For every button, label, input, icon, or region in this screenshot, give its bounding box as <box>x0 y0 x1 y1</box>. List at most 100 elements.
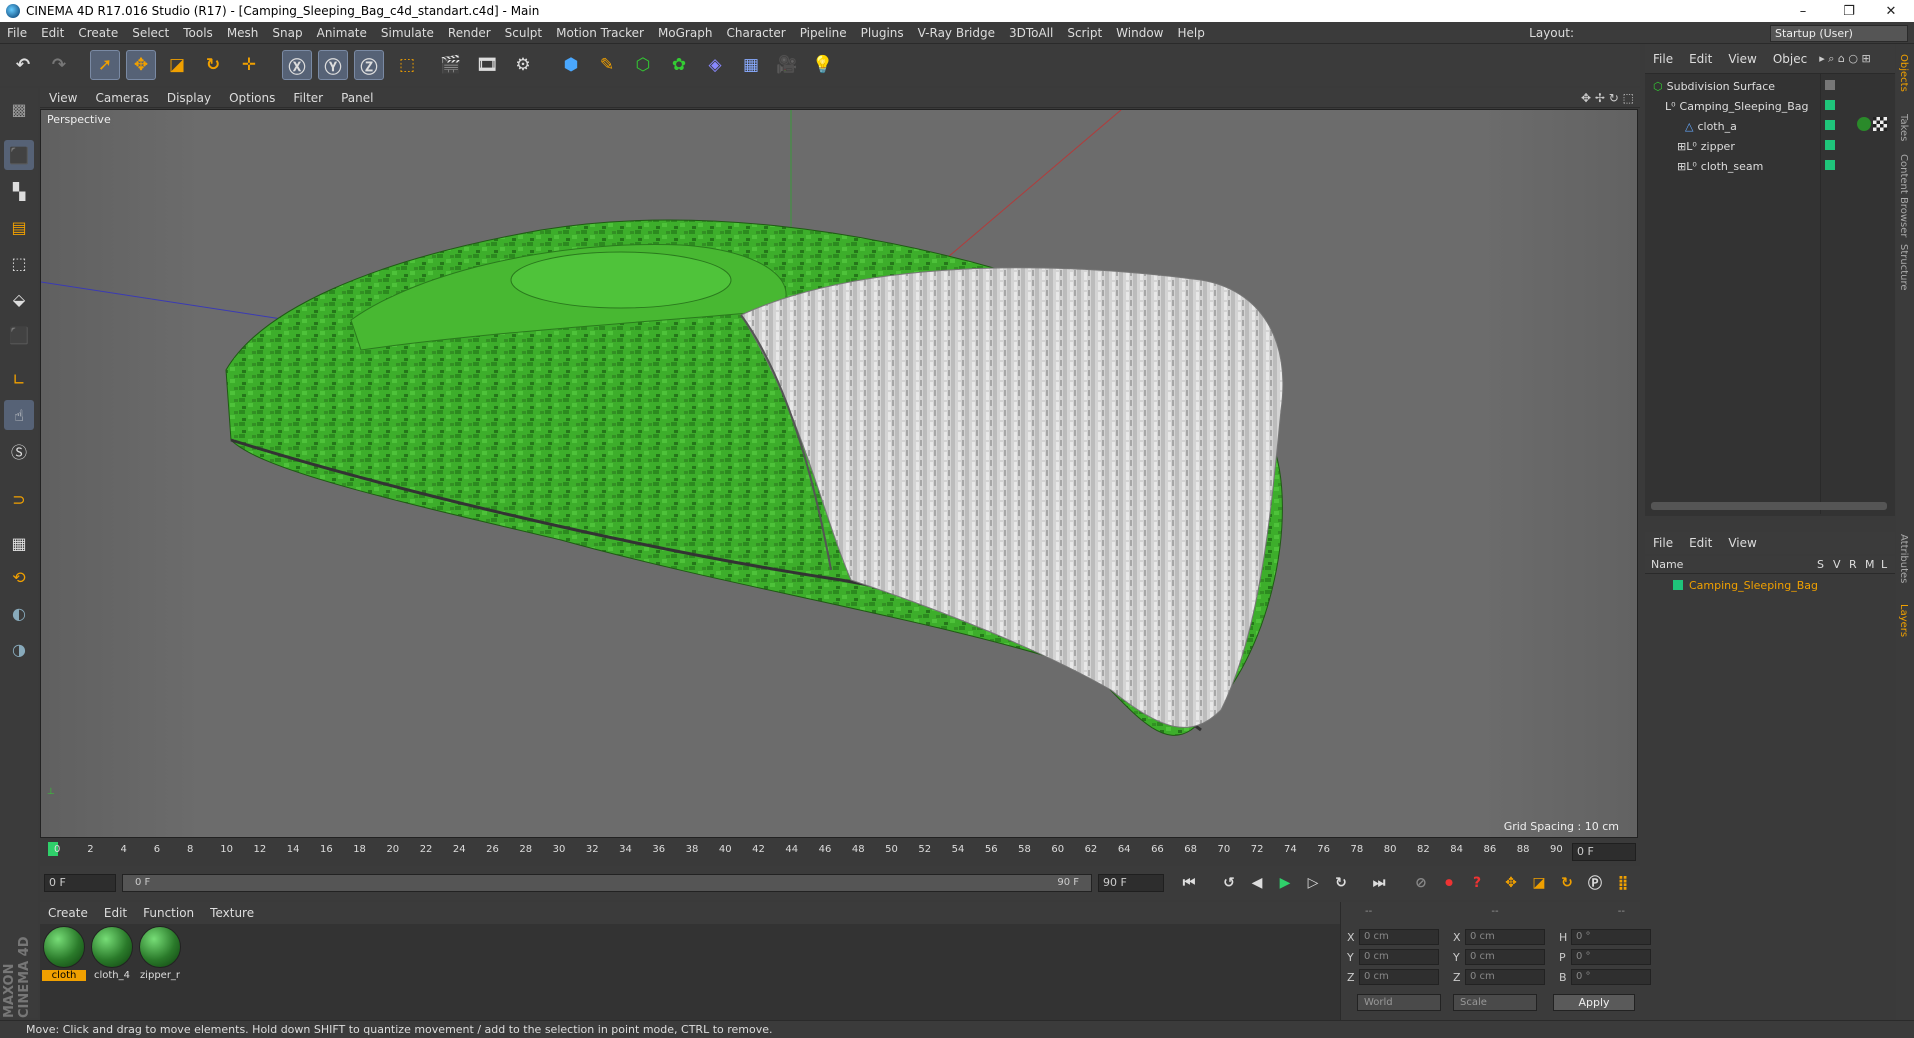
tweak-mode-icon[interactable]: ☝ <box>4 400 34 430</box>
menu-snap[interactable]: Snap <box>265 22 309 44</box>
layer-menu-file[interactable]: File <box>1645 536 1681 550</box>
menu-animate[interactable]: Animate <box>310 22 374 44</box>
model-mode-icon[interactable]: ⬛ <box>4 140 34 170</box>
prev-keyframe-icon[interactable]: ↺ <box>1216 870 1242 896</box>
3d-viewport[interactable]: Perspective Grid Spacing : 10 cm ⊥ <box>40 109 1638 838</box>
viewport-menu-cameras[interactable]: Cameras <box>86 91 157 105</box>
start-frame-field[interactable]: 0 F <box>44 874 116 892</box>
polygons-mode-icon[interactable]: ⬛ <box>4 320 34 350</box>
texture-tag-icon[interactable] <box>1873 117 1887 131</box>
step-forward-icon[interactable]: ▷ <box>1300 870 1326 896</box>
render-settings-icon[interactable]: ⚙ <box>508 50 538 80</box>
menu-tools[interactable]: Tools <box>176 22 220 44</box>
menu-select[interactable]: Select <box>125 22 176 44</box>
layer-row[interactable]: Camping_Sleeping_Bag <box>1645 576 1895 594</box>
layer-menu-edit[interactable]: Edit <box>1681 536 1720 550</box>
key-scale-icon[interactable]: ◪ <box>1526 870 1552 896</box>
menu-character[interactable]: Character <box>719 22 792 44</box>
menu-render[interactable]: Render <box>441 22 498 44</box>
solo-mode-icon[interactable]: Ⓢ <box>4 436 34 466</box>
close-button[interactable]: ✕ <box>1868 0 1914 22</box>
apply-button[interactable]: Apply <box>1553 994 1635 1011</box>
menu-sculpt[interactable]: Sculpt <box>498 22 549 44</box>
points-mode-icon[interactable]: ⬚ <box>4 248 34 278</box>
menu-window[interactable]: Window <box>1109 22 1170 44</box>
light-icon[interactable]: 💡 <box>808 50 838 80</box>
size-y-field[interactable]: 0 cm <box>1465 949 1545 965</box>
camera-icon[interactable]: 🎥 <box>772 50 802 80</box>
spline-pen-icon[interactable]: ✎ <box>592 50 622 80</box>
menu-pipeline[interactable]: Pipeline <box>793 22 854 44</box>
minimize-button[interactable]: – <box>1780 0 1826 22</box>
menu-edit[interactable]: Edit <box>34 22 71 44</box>
material-menu-texture[interactable]: Texture <box>202 906 262 920</box>
layer-menu-view[interactable]: View <box>1720 536 1764 550</box>
mograph-cloner-icon[interactable]: ✿ <box>664 50 694 80</box>
rotation-h-field[interactable]: 0 ° <box>1571 929 1651 945</box>
viewport-menu-panel[interactable]: Panel <box>332 91 382 105</box>
move-tool-icon[interactable]: ✥ <box>126 50 156 80</box>
cube-primitive-icon[interactable]: ⬢ <box>556 50 586 80</box>
render-picture-viewer-icon[interactable]: 🎞 <box>472 50 502 80</box>
rotation-b-field[interactable]: 0 ° <box>1571 969 1651 985</box>
viewport-menu-options[interactable]: Options <box>220 91 284 105</box>
size-mode-dropdown[interactable]: Scale <box>1453 994 1537 1011</box>
tree-row[interactable]: L⁰ Camping_Sleeping_Bag <box>1645 96 1895 116</box>
goto-start-icon[interactable]: ⏮ <box>1176 870 1202 896</box>
select-cursor-icon[interactable]: ➚ <box>90 50 120 80</box>
maximize-button[interactable]: ❐ <box>1826 0 1872 22</box>
timeline-ruler[interactable]: 0 2 4 6 8 10 12 14 16 18 20 22 24 26 28 30 32 34 36 38 40 42 4… <box>40 840 1640 864</box>
current-frame-field[interactable]: 0 F <box>1572 843 1636 861</box>
step-back-icon[interactable]: ◀ <box>1244 870 1270 896</box>
record-icon[interactable]: ⏺ <box>1436 870 1462 896</box>
menu-script[interactable]: Script <box>1060 22 1109 44</box>
next-keyframe-icon[interactable]: ↻ <box>1328 870 1354 896</box>
object-menu-objects[interactable]: Objec <box>1765 52 1815 66</box>
axis-mode-icon[interactable]: ∟ <box>4 364 34 394</box>
menu-3dtoall[interactable]: 3DToAll <box>1002 22 1060 44</box>
visibility-toggle[interactable] <box>1825 80 1835 90</box>
tab-layers[interactable]: Layers <box>1898 604 1909 637</box>
material-item[interactable]: cloth_4 <box>90 926 134 981</box>
position-x-field[interactable]: 0 cm <box>1359 929 1439 945</box>
end-frame-field[interactable]: 90 F <box>1098 874 1164 892</box>
object-manager-tools-icon[interactable]: ▸ ⌕ ⌂ ○ ⊞ <box>1819 52 1870 66</box>
layer-color-tag[interactable] <box>1825 140 1835 150</box>
render-view-icon[interactable]: 🎬 <box>436 50 466 80</box>
tab-content-browser[interactable]: Content Browser <box>1898 154 1909 237</box>
menu-motion-tracker[interactable]: Motion Tracker <box>549 22 651 44</box>
menu-file[interactable]: File <box>0 22 34 44</box>
key-position-icon[interactable]: ✥ <box>1498 870 1524 896</box>
floor-scene-icon[interactable]: ▦ <box>736 50 766 80</box>
coordinate-mode-dropdown[interactable]: World <box>1357 994 1441 1011</box>
guide-icon[interactable]: ⟲ <box>4 562 34 592</box>
rotate-tool-icon[interactable]: ↻ <box>198 50 228 80</box>
x-axis-lock-icon[interactable]: Ⓧ <box>282 50 312 80</box>
tab-objects[interactable]: Objects <box>1898 54 1909 92</box>
menu-simulate[interactable]: Simulate <box>374 22 441 44</box>
layout-dropdown[interactable]: Startup (User) <box>1770 25 1908 42</box>
object-menu-edit[interactable]: Edit <box>1681 52 1720 66</box>
undo-icon[interactable]: ↶ <box>8 50 38 80</box>
layer-color-tag[interactable] <box>1825 120 1835 130</box>
menu-plugins[interactable]: Plugins <box>854 22 911 44</box>
menu-vray-bridge[interactable]: V-Ray Bridge <box>911 22 1002 44</box>
goto-end-icon[interactable]: ⏭ <box>1366 870 1392 896</box>
horizontal-scrollbar[interactable] <box>1651 502 1887 510</box>
subdivision-surface-icon[interactable]: ⬡ <box>628 50 658 80</box>
snap-magnet-icon[interactable]: ⊃ <box>4 484 34 514</box>
play-icon[interactable]: ▶ <box>1272 870 1298 896</box>
object-menu-file[interactable]: File <box>1645 52 1681 66</box>
object-menu-view[interactable]: View <box>1720 52 1764 66</box>
material-tag-icon[interactable] <box>1857 117 1871 131</box>
position-y-field[interactable]: 0 cm <box>1359 949 1439 965</box>
last-tool-icon[interactable]: ✛ <box>234 50 264 80</box>
menu-mesh[interactable]: Mesh <box>220 22 266 44</box>
tree-row[interactable]: ⊞L⁰ zipper <box>1645 136 1895 156</box>
viewport-menu-filter[interactable]: Filter <box>284 91 332 105</box>
menu-create[interactable]: Create <box>71 22 125 44</box>
size-z-field[interactable]: 0 cm <box>1465 969 1545 985</box>
viewport-menu-view[interactable]: View <box>40 91 86 105</box>
material-menu-create[interactable]: Create <box>40 906 96 920</box>
layer-color-tag[interactable] <box>1825 100 1835 110</box>
